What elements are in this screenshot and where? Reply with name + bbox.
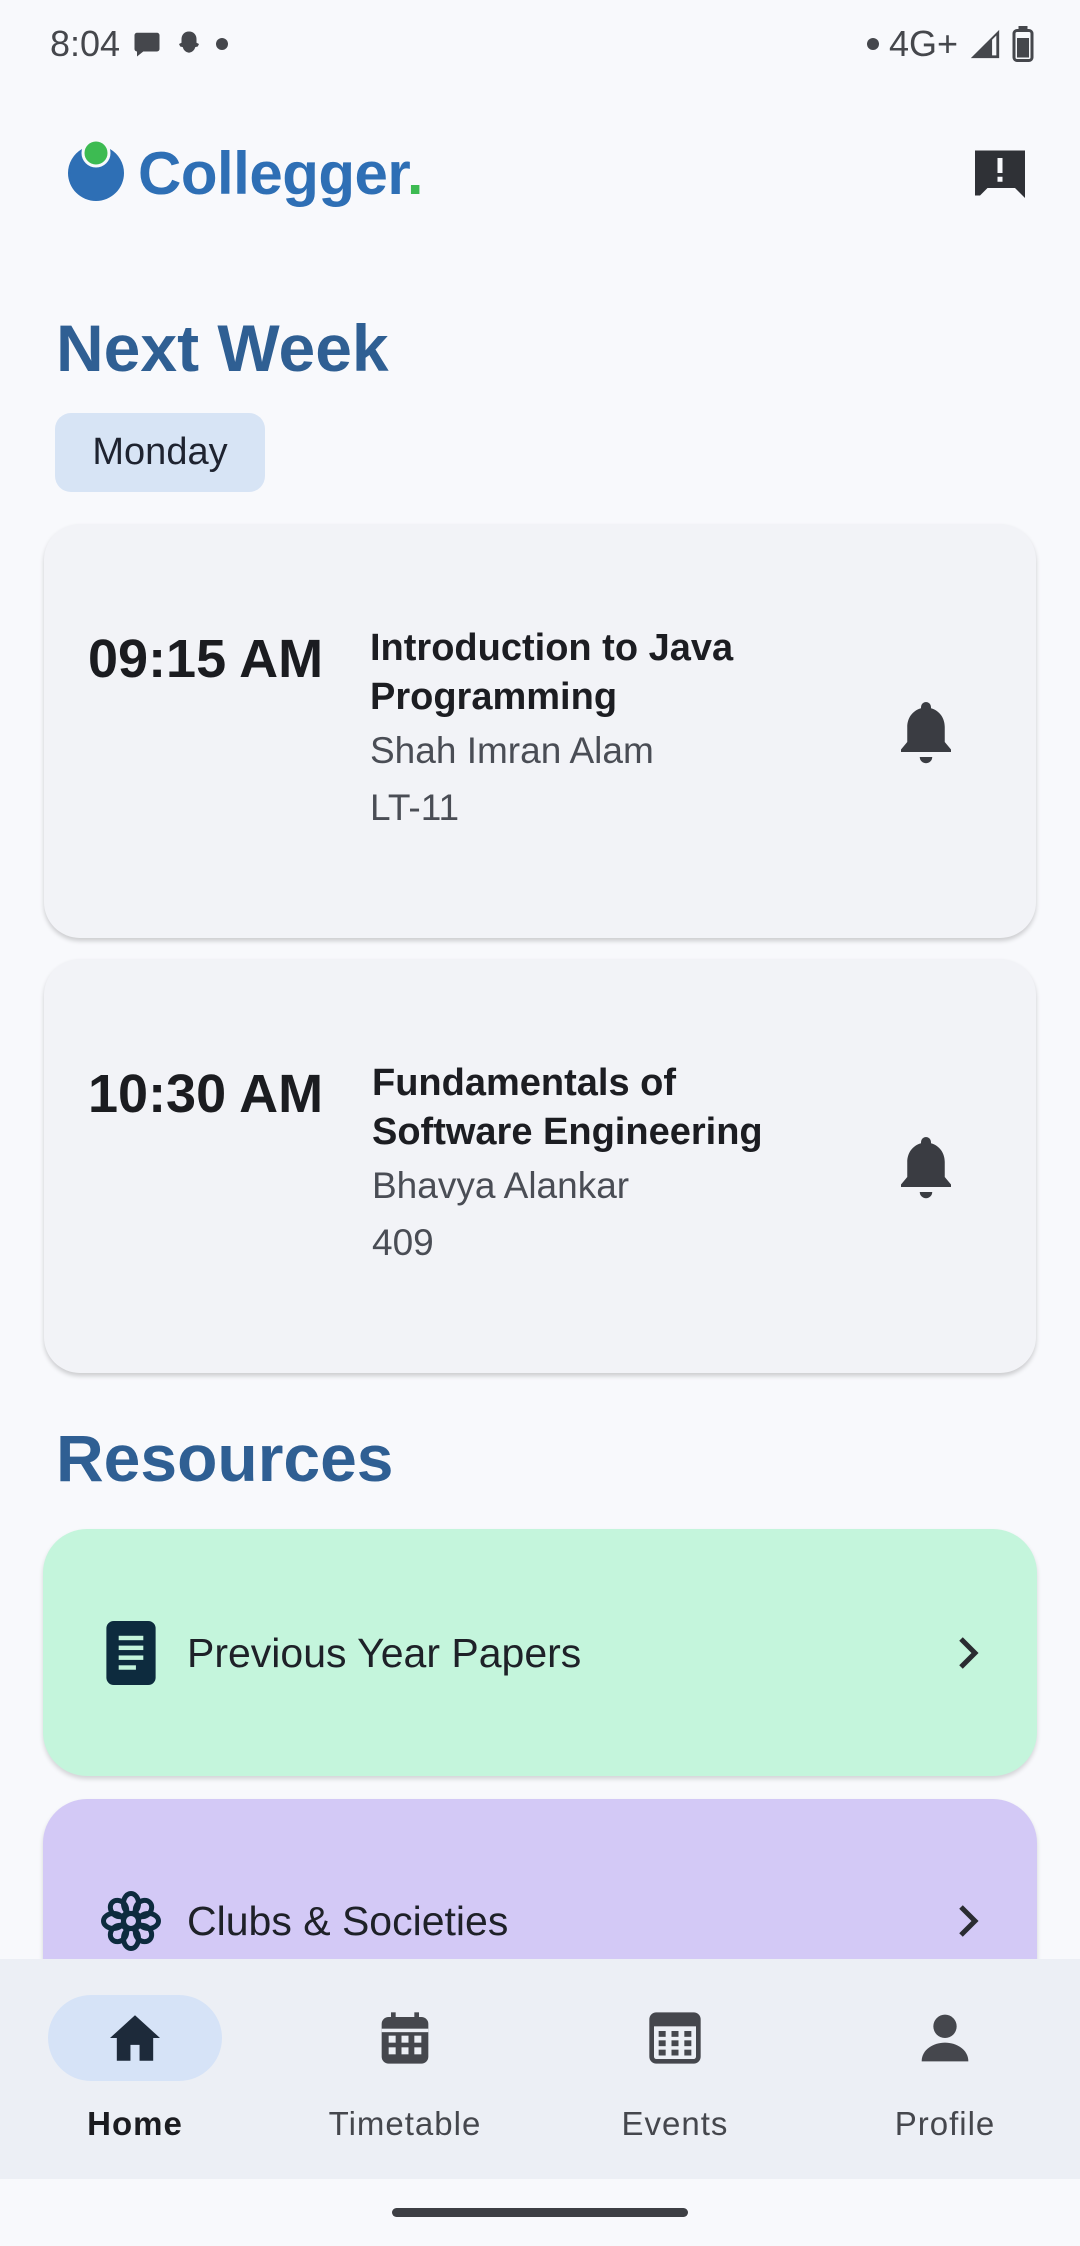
logo-mark-icon [68, 139, 124, 201]
day-chip[interactable]: Monday [55, 413, 265, 492]
class-teacher: Shah Imran Alam [370, 730, 654, 771]
feedback-icon [975, 150, 1025, 198]
bottom-nav: Home Timetable Events Profile [0, 1959, 1080, 2179]
network-type: 4G+ [888, 23, 958, 64]
logo-text: Collegger. [138, 139, 424, 208]
class-info: Introduction to Java Programming Shah Im… [370, 624, 820, 836]
battery-icon [1012, 26, 1034, 62]
nav-indicator [588, 1995, 762, 2081]
class-title-line2: Software Engineering [372, 1111, 763, 1153]
events-icon [649, 2012, 701, 2064]
class-card[interactable]: 10:30 AM Fundamentals of Software Engine… [44, 959, 1036, 1373]
nav-events[interactable]: Events [540, 1995, 810, 2155]
calendar-icon [381, 2012, 429, 2064]
app-header: Collegger. [0, 118, 1080, 228]
reminder-button[interactable] [886, 1127, 966, 1207]
bell-icon [901, 702, 951, 764]
logo-dot: . [406, 139, 424, 207]
class-teacher: Bhavya Alankar [372, 1165, 630, 1206]
dot-icon [866, 38, 879, 50]
logo-word: Collegger [138, 139, 407, 207]
nav-indicator [858, 1995, 1032, 2081]
reminder-button[interactable] [886, 692, 966, 772]
status-time: 8:04 [50, 23, 121, 64]
person-icon [921, 2014, 969, 2062]
resources-title: Resources [56, 1421, 394, 1495]
feedback-button[interactable] [960, 133, 1040, 213]
bell-icon [901, 1137, 951, 1199]
home-icon [110, 2015, 160, 2061]
chevron-right-icon [949, 1628, 989, 1678]
class-time: 09:15 AM [88, 629, 324, 689]
resource-row: Clubs & Societies [43, 1881, 1037, 1961]
class-title-line1: Introduction to Java [370, 627, 734, 669]
resource-row: Previous Year Papers [43, 1613, 1037, 1693]
nav-label: Home [87, 2105, 183, 2142]
chat-bubble-icon [134, 32, 160, 57]
flower-icon [101, 1886, 161, 1956]
class-room: LT-11 [370, 787, 460, 828]
gesture-bar[interactable] [392, 2208, 688, 2217]
class-time: 10:30 AM [88, 1064, 324, 1124]
class-room: 409 [372, 1222, 434, 1263]
class-card[interactable]: 09:15 AM Introduction to Java Programmin… [44, 524, 1036, 938]
nav-indicator [318, 1995, 492, 2081]
status-left: 8:04 [50, 23, 229, 65]
app-logo: Collegger. [62, 139, 424, 208]
document-icon [101, 1618, 161, 1688]
schedule-title: Next Week [56, 311, 389, 385]
nav-label: Profile [894, 2105, 996, 2142]
nav-label: Timetable [328, 2105, 482, 2142]
status-right: 4G+ [866, 23, 1034, 65]
nav-label: Events [621, 2105, 729, 2142]
resource-previous-papers[interactable]: Previous Year Papers [43, 1529, 1037, 1776]
chevron-right-icon [949, 1896, 989, 1946]
class-info: Fundamentals of Software Engineering Bha… [372, 1059, 842, 1271]
nav-indicator [48, 1995, 222, 2081]
snapchat-ghost-icon [179, 31, 200, 53]
resource-label: Clubs & Societies [187, 1897, 509, 1944]
nav-profile[interactable]: Profile [810, 1995, 1080, 2155]
status-bar: 8:04 4G+ [0, 0, 1080, 88]
class-title-line1: Fundamentals of [372, 1062, 677, 1104]
nav-timetable[interactable]: Timetable [270, 1995, 540, 2155]
notification-dot-icon [216, 38, 229, 50]
signal-icon [970, 29, 1000, 59]
nav-home[interactable]: Home [0, 1995, 270, 2155]
class-title-line2: Programming [370, 676, 618, 718]
resource-label: Previous Year Papers [187, 1629, 582, 1676]
